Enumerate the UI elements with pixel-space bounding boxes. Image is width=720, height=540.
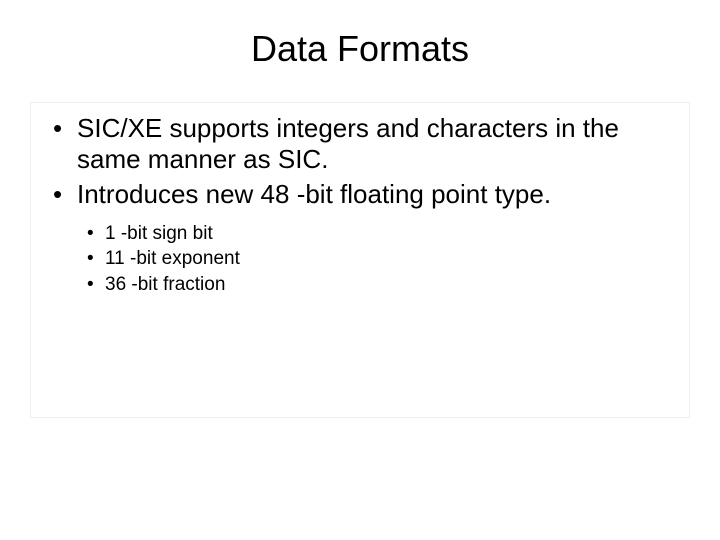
sub-bullet-item: 1 -bit sign bit bbox=[81, 221, 679, 247]
sub-bullet-item: 36 -bit fraction bbox=[81, 272, 679, 298]
sub-bullet-list: 1 -bit sign bit 11 -bit exponent 36 -bit… bbox=[81, 221, 679, 298]
main-bullet-list: SIC/XE supports integers and characters … bbox=[41, 113, 679, 211]
slide-title: Data Formats bbox=[30, 28, 690, 70]
slide: Data Formats SIC/XE supports integers an… bbox=[0, 0, 720, 540]
content-box: SIC/XE supports integers and characters … bbox=[30, 102, 690, 418]
main-bullet-item: SIC/XE supports integers and characters … bbox=[41, 113, 679, 175]
sub-bullet-item: 11 -bit exponent bbox=[81, 246, 679, 272]
main-bullet-item: Introduces new 48 -bit floating point ty… bbox=[41, 179, 679, 210]
